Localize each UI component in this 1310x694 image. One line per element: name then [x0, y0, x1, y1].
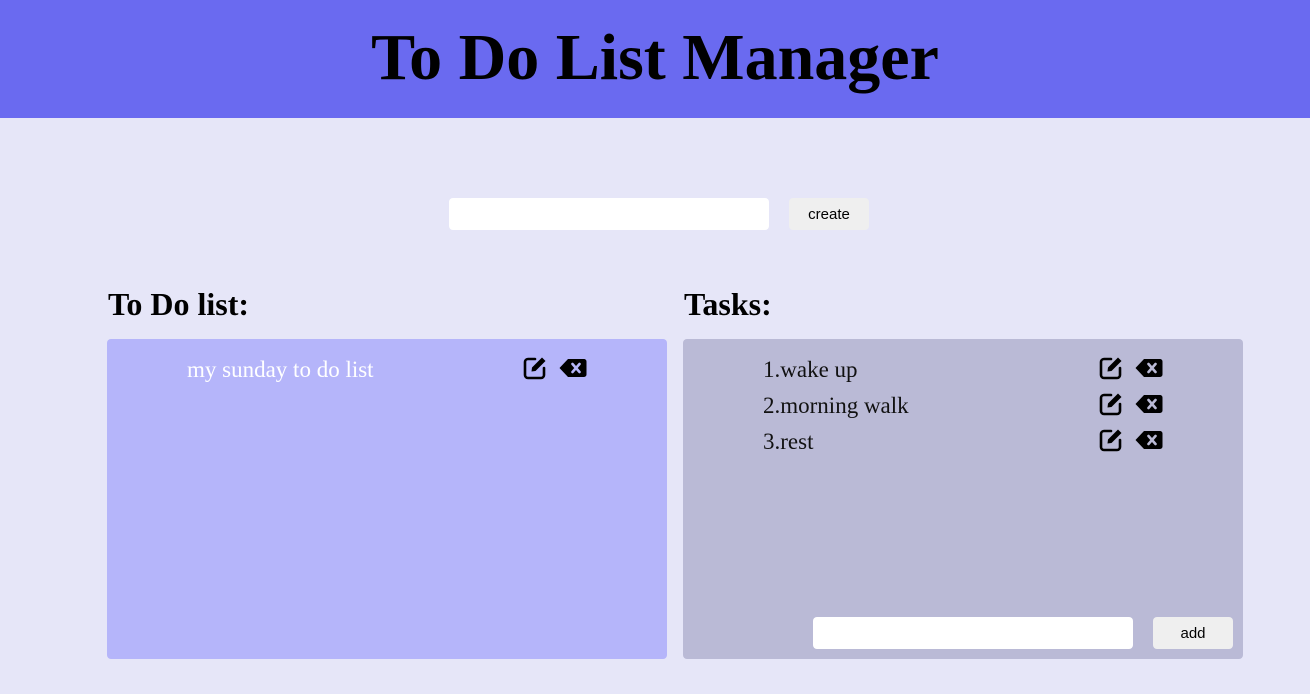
edit-icon[interactable]	[1097, 390, 1125, 418]
page-title: To Do List Manager	[371, 21, 939, 94]
todo-list-item[interactable]: my sunday to do list	[187, 353, 374, 385]
app-header: To Do List Manager	[0, 0, 1310, 118]
backspace-delete-icon[interactable]	[1135, 390, 1163, 418]
create-button[interactable]: create	[789, 198, 869, 230]
edit-icon[interactable]	[1097, 354, 1125, 382]
tasks-panel: 1.wake up 2.morning walk 3.rest add	[683, 339, 1243, 659]
task-item-label: 1.wake up	[763, 356, 858, 382]
task-item-label: 3.rest	[763, 428, 814, 454]
task-item[interactable]: 2.morning walk	[763, 389, 909, 421]
edit-icon[interactable]	[521, 354, 549, 382]
backspace-delete-icon[interactable]	[1135, 426, 1163, 454]
todo-lists-panel: my sunday to do list	[107, 339, 667, 659]
backspace-delete-icon[interactable]	[559, 354, 587, 382]
add-task-button[interactable]: add	[1153, 617, 1233, 649]
backspace-delete-icon[interactable]	[1135, 354, 1163, 382]
todo-list-item-label: my sunday to do list	[187, 356, 374, 382]
new-task-input[interactable]	[813, 617, 1133, 649]
task-item[interactable]: 1.wake up	[763, 353, 858, 385]
new-list-input[interactable]	[449, 198, 769, 230]
tasks-heading: Tasks:	[684, 286, 772, 322]
edit-icon[interactable]	[1097, 426, 1125, 454]
todo-list-heading: To Do list:	[108, 286, 250, 322]
task-item-label: 2.morning walk	[763, 392, 909, 418]
task-item[interactable]: 3.rest	[763, 425, 813, 457]
